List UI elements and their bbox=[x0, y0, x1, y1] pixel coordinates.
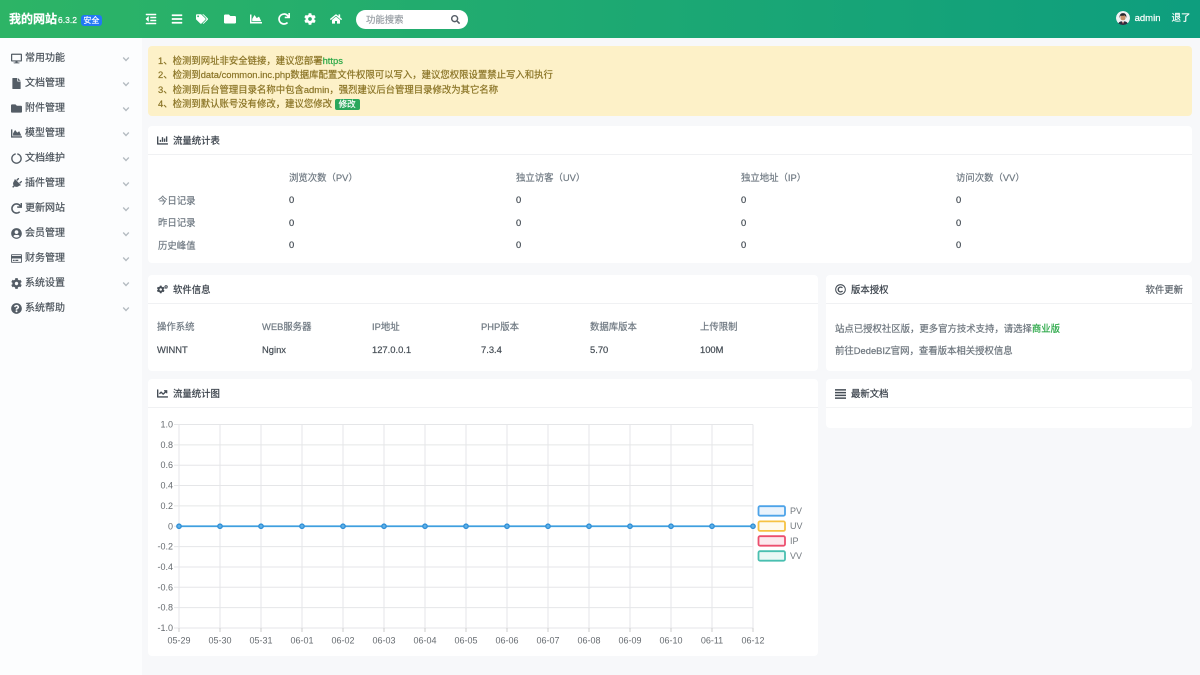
svg-text:06-10: 06-10 bbox=[659, 636, 682, 646]
svg-text:UV: UV bbox=[790, 521, 803, 531]
svg-text:06-04: 06-04 bbox=[413, 636, 436, 646]
svg-text:-0.8: -0.8 bbox=[157, 603, 173, 613]
svg-text:VV: VV bbox=[790, 551, 802, 561]
svg-text:-0.4: -0.4 bbox=[157, 562, 173, 572]
svg-text:06-09: 06-09 bbox=[618, 636, 641, 646]
svg-text:05-31: 05-31 bbox=[249, 636, 272, 646]
svg-text:PV: PV bbox=[790, 506, 802, 516]
svg-text:0.2: 0.2 bbox=[160, 501, 173, 511]
svg-text:0.8: 0.8 bbox=[160, 440, 173, 450]
svg-text:06-06: 06-06 bbox=[495, 636, 518, 646]
svg-text:06-02: 06-02 bbox=[331, 636, 354, 646]
svg-text:06-08: 06-08 bbox=[577, 636, 600, 646]
svg-text:-0.6: -0.6 bbox=[157, 582, 173, 592]
svg-text:-1.0: -1.0 bbox=[157, 623, 173, 633]
svg-text:1.0: 1.0 bbox=[160, 420, 173, 430]
svg-text:06-05: 06-05 bbox=[454, 636, 477, 646]
svg-text:0: 0 bbox=[168, 521, 173, 531]
svg-text:06-03: 06-03 bbox=[372, 636, 395, 646]
svg-text:05-29: 05-29 bbox=[167, 636, 190, 646]
svg-text:05-30: 05-30 bbox=[208, 636, 231, 646]
svg-text:06-12: 06-12 bbox=[741, 636, 764, 646]
svg-text:06-01: 06-01 bbox=[290, 636, 313, 646]
svg-text:06-11: 06-11 bbox=[701, 636, 723, 646]
svg-text:0.6: 0.6 bbox=[160, 460, 173, 470]
svg-text:0.4: 0.4 bbox=[160, 481, 173, 491]
svg-text:-0.2: -0.2 bbox=[157, 542, 173, 552]
svg-text:06-07: 06-07 bbox=[536, 636, 559, 646]
svg-text:IP: IP bbox=[790, 536, 799, 546]
